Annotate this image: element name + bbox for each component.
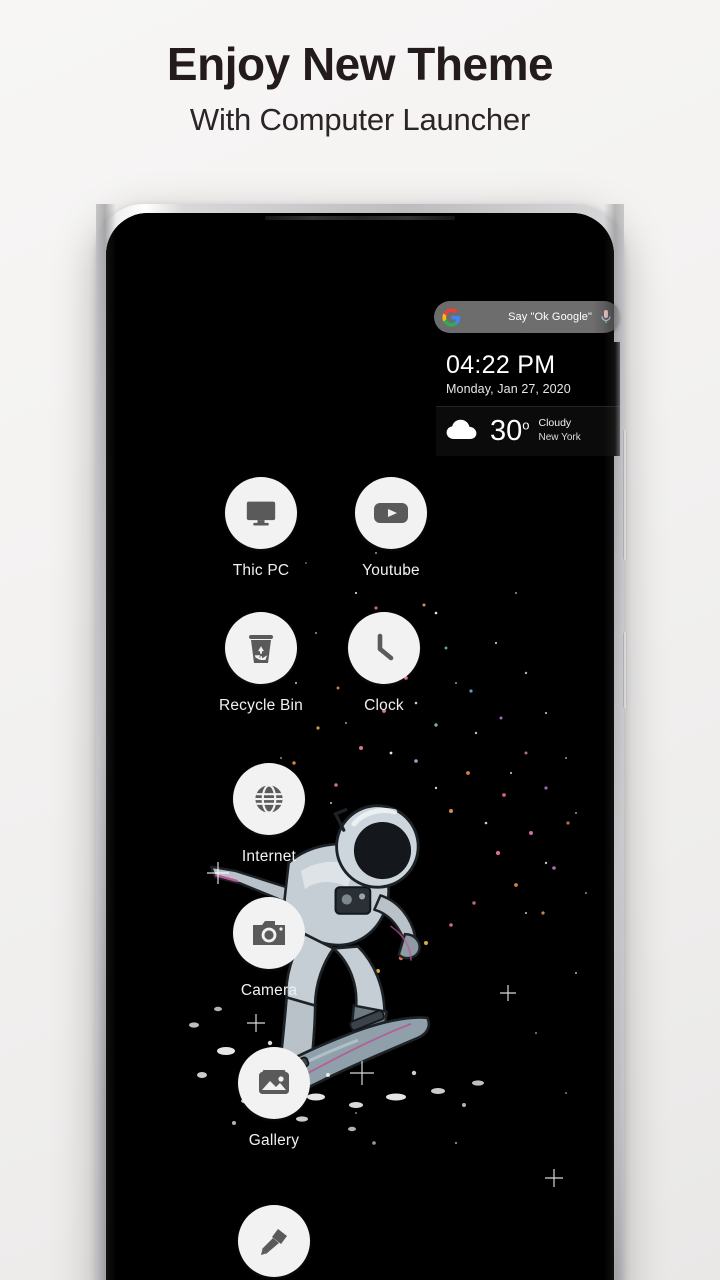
degree-symbol: o: [522, 416, 530, 432]
app-icon-clock[interactable]: Clock: [324, 612, 444, 715]
clock-widget[interactable]: 04:22 PM Monday, Jan 27, 2020: [436, 342, 620, 407]
cloud-icon: [446, 419, 477, 440]
weather-temperature: 30o: [490, 414, 530, 447]
monitor-icon: [225, 477, 297, 549]
clock-time: 04:22 PM: [446, 351, 556, 379]
promo-title: Enjoy New Theme: [166, 38, 554, 90]
app-icon-gallery[interactable]: Gallery: [214, 1047, 334, 1150]
promo-subtitle: With Computer Launcher: [189, 102, 531, 138]
promo-header: Enjoy New Theme With Computer Launcher: [0, 0, 720, 138]
recycle-bin-icon: [225, 612, 297, 684]
app-label: Recycle Bin: [218, 697, 304, 714]
volume-rocker[interactable]: [623, 430, 627, 560]
google-search-bar[interactable]: Say "Ok Google": [434, 301, 620, 333]
globe-icon: [233, 763, 305, 835]
app-icon-recycle-bin[interactable]: Recycle Bin: [201, 612, 321, 715]
app-label: Gallery: [248, 1132, 300, 1149]
weather-widget[interactable]: 30o Cloudy New York: [436, 406, 620, 456]
paint-brush-icon: [238, 1205, 310, 1277]
google-g-icon: [442, 307, 461, 327]
clock-date: Monday, Jan 27, 2020: [446, 382, 571, 397]
app-label: Clock: [364, 697, 404, 714]
camera-icon: [233, 897, 305, 969]
app-icon-thic-pc[interactable]: Thic PC: [201, 477, 321, 580]
clock-icon: [348, 612, 420, 684]
earpiece-speaker-icon: [265, 216, 455, 220]
youtube-icon: [355, 477, 427, 549]
weather-condition: Cloudy: [538, 417, 572, 430]
power-button[interactable]: [623, 632, 627, 708]
weather-detail: Cloudy New York: [539, 416, 581, 446]
app-icon-internet[interactable]: Internet: [209, 763, 329, 866]
app-icon-youtube[interactable]: Youtube: [331, 477, 451, 580]
weather-location: New York: [538, 432, 581, 444]
temperature-value: 30: [490, 414, 523, 447]
app-icon-camera[interactable]: Camera: [209, 897, 329, 1000]
app-label: Internet: [241, 848, 297, 865]
app-label: Camera: [240, 982, 298, 999]
microphone-icon[interactable]: [600, 309, 612, 325]
clock-weather-widget[interactable]: 04:22 PM Monday, Jan 27, 2020 30o Cloudy…: [436, 342, 620, 456]
app-icon-themee[interactable]: Themee: [214, 1205, 334, 1280]
gallery-icon: [238, 1047, 310, 1119]
app-label: Thic PC: [232, 562, 290, 579]
app-label: Youtube: [362, 562, 420, 579]
google-search-placeholder: Say "Ok Google": [508, 311, 592, 323]
